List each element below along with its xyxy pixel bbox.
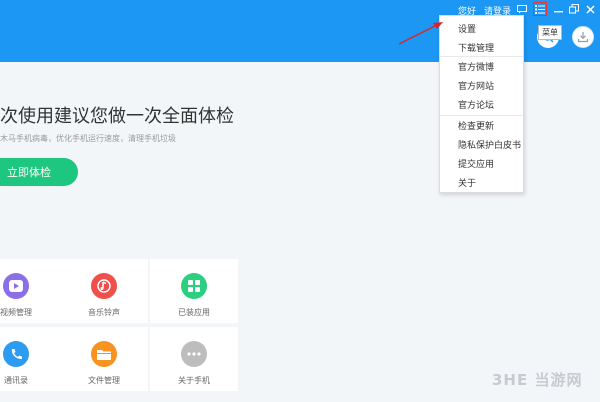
menu-item-submit-app[interactable]: 提交应用 <box>458 157 494 170</box>
menu-item-settings[interactable]: 设置 <box>458 22 476 35</box>
tile-contacts[interactable]: 通讯录 <box>0 327 60 391</box>
download-icon[interactable] <box>572 26 594 48</box>
video-icon <box>3 273 29 299</box>
headline: 次使用建议您做一次全面体检 <box>0 106 234 127</box>
tile-label: 音乐铃声 <box>88 308 120 317</box>
menu-item-check-update[interactable]: 检查更新 <box>458 119 494 132</box>
more-icon <box>181 341 207 367</box>
main-menu-dropdown: 设置 下载管理 官方微博 官方网站 官方论坛 检查更新 隐私保护白皮书 提交应用… <box>439 15 524 193</box>
menu-divider <box>440 115 523 116</box>
close-icon[interactable] <box>584 3 596 15</box>
tile-files[interactable]: 文件管理 <box>60 327 148 391</box>
menu-item-forum[interactable]: 官方论坛 <box>458 98 494 111</box>
minimize-icon[interactable] <box>552 3 564 15</box>
tile-apps[interactable]: 已装应用 <box>150 259 238 323</box>
music-icon <box>91 273 117 299</box>
tile-label: 关于手机 <box>178 376 210 385</box>
menu-item-about[interactable]: 关于 <box>458 176 476 189</box>
check-now-button[interactable]: 立即体检 <box>0 158 78 186</box>
subtext: 木马手机病毒，优化手机运行速度，清理手机垃圾 <box>0 134 176 143</box>
menu-item-privacy[interactable]: 隐私保护白皮书 <box>458 138 521 151</box>
phone-icon <box>3 341 29 367</box>
tile-label: 已装应用 <box>178 308 210 317</box>
menu-item-weibo[interactable]: 官方微博 <box>458 60 494 73</box>
watermark: 3HE 当游网 <box>492 371 583 389</box>
tile-video[interactable]: 视频管理 <box>0 259 60 323</box>
tile-label: 通讯录 <box>4 376 28 385</box>
tile-music[interactable]: 音乐铃声 <box>60 259 148 323</box>
tile-label: 文件管理 <box>88 376 120 385</box>
apps-icon <box>181 273 207 299</box>
folder-icon <box>91 341 117 367</box>
menu-tooltip: 菜单 <box>538 25 562 40</box>
tile-label: 视频管理 <box>0 308 32 317</box>
menu-icon[interactable] <box>533 2 547 16</box>
menu-item-download-manager[interactable]: 下载管理 <box>458 41 494 54</box>
tile-about-phone[interactable]: 关于手机 <box>150 327 238 391</box>
menu-item-website[interactable]: 官方网站 <box>458 79 494 92</box>
maximize-icon[interactable] <box>568 3 580 15</box>
message-icon[interactable] <box>516 3 528 15</box>
annotation-arrow <box>398 22 443 45</box>
menu-divider <box>440 56 523 57</box>
